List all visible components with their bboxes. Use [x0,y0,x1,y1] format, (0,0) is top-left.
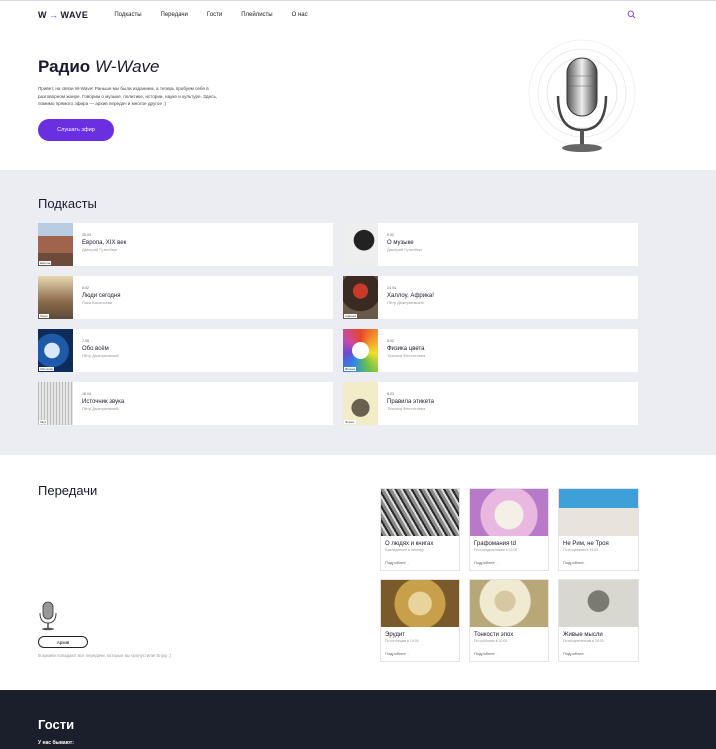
podcast-title: Физика цвета [387,346,425,352]
nav-playlists[interactable]: Плейлисты [241,12,272,18]
hero-title: Радио W-Wave [38,57,160,76]
podcast-date: 8.03 [387,392,394,396]
guests-title: Гости [38,717,75,732]
podcasts-section: Подкасты Европа 25.03 Европа, XIX век Дмит… [0,170,716,455]
nav-guests[interactable]: Гости [207,12,222,18]
show-title: Не Рим, не Троя [563,541,609,547]
show-cover [381,489,459,536]
nav-about[interactable]: О нас [292,12,308,18]
podcast-author: Дмитрий Гутенберг [387,247,423,252]
podcast-author: Лика Васильева [82,300,113,305]
show-card[interactable]: Тонкости эпох По субботам в 10:00 Подроб… [469,579,549,662]
show-card[interactable]: Не Рим, не Троя По вторникам в 19:00 Под… [558,488,639,571]
logo-text-left: W [38,10,47,20]
podcast-cover: Звук [38,382,73,425]
show-more-link[interactable]: Подробнее → [470,643,548,656]
site-header: W → WAVE Подкасты Передачи Гости Плейлис… [0,1,716,29]
podcast-date: 7.08 [82,339,89,343]
podcast-author: Пётр Дмитриевский [82,406,119,411]
podcast-cover: Люди [38,276,73,319]
show-cover [559,489,638,536]
show-cover [381,580,459,627]
podcast-card[interactable]: Европа 25.03 Европа, XIX век Дмитрий Гутен… [38,223,333,266]
show-card[interactable]: Живые мысли По воскресеньям в 20:00 Подр… [558,579,639,662]
podcast-date: 25.03 [82,233,91,237]
logo[interactable]: W → WAVE [38,10,88,20]
podcast-card[interactable]: Африка 14.04 Халлоу, Африка! Пётр Дмитриев… [343,276,638,319]
podcast-date: 14.04 [387,286,396,290]
podcast-author: Дмитрий Гутенберг [82,247,118,252]
podcast-card[interactable]: 9.02 О музыке Дмитрий Гутенберг [343,223,638,266]
arrow-right-icon: → [495,652,499,656]
podcast-author: Татьяна Флетчелева [387,406,426,411]
microphone-icon [528,39,636,152]
podcast-date: 8.02 [387,339,394,343]
archive-button[interactable]: Архив [38,636,88,648]
arrow-right-icon: → [406,561,410,565]
show-more-link[interactable]: Подробнее → [381,552,459,565]
podcast-date: 18.04 [82,392,91,396]
show-title: Тонкости эпох [474,632,514,638]
podcast-cover [343,223,378,266]
show-title: Живые мысли [563,632,603,638]
podcast-author: Татьяна Флетчелева [387,353,426,358]
show-card[interactable]: Эрудит По пятницам в 19:00 Подробнее → [380,579,460,662]
shows-section: Передачи Архив В архиве попадают все пер… [0,455,716,690]
podcast-title: Европа, XIX век [82,240,127,246]
archive-note: В архиве попадают все передачи, которые … [38,653,172,658]
podcast-card[interactable]: Люди 8.02 Люди сегодня Лика Васильева [38,276,333,319]
arrow-right-icon: → [49,10,59,20]
arrow-right-icon: → [584,652,588,656]
podcast-title: О музыке [387,240,414,246]
show-title: О людях и книгах [385,541,434,547]
podcast-cover: Этикет [343,382,378,425]
microphone-icon [39,601,57,631]
podcasts-title: Подкасты [38,196,97,211]
podcast-author: Пётр Дмитриевский [387,300,424,305]
show-card[interactable]: Графомания td По понедельникам в 10:00 П… [469,488,549,571]
show-cover [470,580,548,627]
show-more-link[interactable]: Подробнее → [559,643,638,656]
show-title: Графомания td [474,541,516,547]
podcast-author: Пётр Дмитриевский [82,353,119,358]
podcast-title: Обо всём [82,346,109,352]
podcast-cover: Обо всём [38,329,73,372]
hero-description: Привет, на связи W-Wave! Раньше мы были … [38,86,218,106]
show-more-link[interactable]: Подробнее → [381,643,459,656]
podcast-date: 9.02 [387,233,394,237]
listen-live-button[interactable]: Слушать эфир [38,119,114,141]
main-nav: Подкасты Передачи Гости Плейлисты О нас [114,12,307,18]
show-more-link[interactable]: Подробнее → [559,552,638,565]
podcast-title: Правила этикета [387,399,434,405]
nav-podcasts[interactable]: Подкасты [114,12,141,18]
logo-text-right: WAVE [60,10,89,20]
podcast-cover: Европа [38,223,73,266]
podcast-card[interactable]: Звук 18.04 Источник звука Пётр Дмитриевски… [38,382,333,425]
podcast-cover: Африка [343,276,378,319]
shows-title: Передачи [38,483,98,498]
show-more-link[interactable]: Подробнее → [470,552,548,565]
guests-subtitle: У нас бывают: [38,740,74,746]
arrow-right-icon: → [495,561,499,565]
podcast-title: Люди сегодня [82,293,121,299]
guests-section: Гости У нас бывают: [0,690,716,749]
podcast-title: Источник звука [82,399,125,405]
show-cover [470,489,548,536]
arrow-right-icon: → [584,561,588,565]
shows-grid: О людях и книгах Еженедельно в пятницу П… [380,488,639,662]
podcast-title: Халлоу, Африка! [387,293,434,299]
search-icon[interactable] [627,10,636,19]
podcast-card[interactable]: Физика 8.02 Физика цвета Татьяна Флетчелев… [343,329,638,372]
podcast-date: 8.02 [82,286,89,290]
podcast-card[interactable]: Этикет 8.03 Правила этикета Татьяна Флетче… [343,382,638,425]
podcasts-grid: Европа 25.03 Европа, XIX век Дмитрий Гутен… [38,223,638,425]
podcast-cover: Физика [343,329,378,372]
podcast-card[interactable]: Обо всём 7.08 Обо всём Пётр Дмитриевский [38,329,333,372]
nav-shows[interactable]: Передачи [161,12,188,18]
hero-section: Радио W-Wave Привет, на связи W-Wave! Ра… [0,29,716,170]
show-card[interactable]: О людях и книгах Еженедельно в пятницу П… [380,488,460,571]
arrow-right-icon: → [406,652,410,656]
show-title: Эрудит [385,632,405,638]
show-cover [559,580,638,627]
